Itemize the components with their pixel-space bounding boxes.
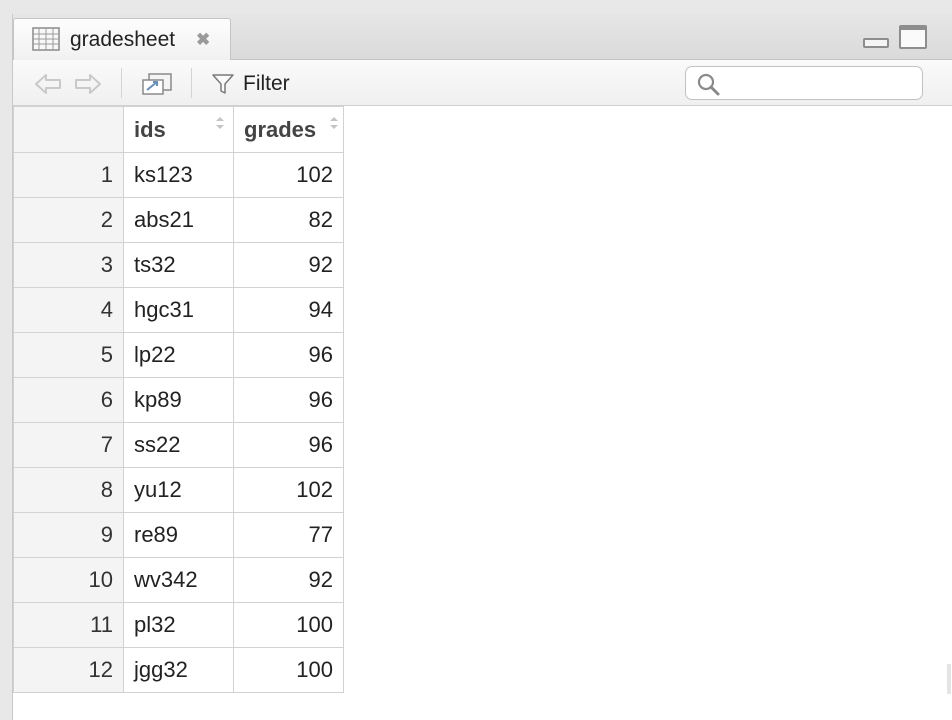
row-number: 3: [13, 242, 124, 288]
cell-grades: 102: [233, 152, 344, 198]
filter-button[interactable]: Filter: [211, 70, 290, 98]
cell-grades: 92: [233, 557, 344, 603]
toolbar: Filter: [13, 60, 952, 106]
forward-arrow-icon[interactable]: [73, 72, 103, 96]
tab-gradesheet[interactable]: gradesheet ✖: [13, 18, 231, 60]
row-number: 1: [13, 152, 124, 198]
cell-grades: 100: [233, 647, 344, 693]
filter-funnel-icon: [212, 74, 234, 94]
row-number: 11: [13, 602, 124, 648]
table-row: 9 re89 77: [13, 512, 344, 558]
cell-grades: 100: [233, 602, 344, 648]
cell-grades: 96: [233, 332, 344, 378]
filter-label: Filter: [243, 72, 290, 95]
cell-ids: ts32: [123, 242, 234, 288]
search-box[interactable]: [685, 66, 923, 100]
maximize-icon[interactable]: [899, 25, 927, 49]
cell-ids: ks123: [123, 152, 234, 198]
column-header-grades[interactable]: grades: [233, 106, 344, 153]
resize-grip-icon[interactable]: [947, 664, 951, 694]
table-row: 11 pl32 100: [13, 602, 344, 648]
table-row: 4 hgc31 94: [13, 287, 344, 333]
search-input[interactable]: [726, 71, 916, 97]
cell-ids: yu12: [123, 467, 234, 513]
column-header-ids[interactable]: ids: [123, 106, 234, 153]
cell-ids: wv342: [123, 557, 234, 603]
close-icon[interactable]: ✖: [196, 30, 210, 50]
data-viewer-pane: gradesheet ✖ Filter ids grades 1 ks123 1…: [12, 14, 952, 720]
tab-label: gradesheet: [70, 28, 176, 51]
row-number: 4: [13, 287, 124, 333]
sort-arrows-icon[interactable]: [329, 115, 339, 131]
cell-ids: lp22: [123, 332, 234, 378]
table-row: 7 ss22 96: [13, 422, 344, 468]
cell-ids: re89: [123, 512, 234, 558]
row-number: 9: [13, 512, 124, 558]
table-row: 12 jgg32 100: [13, 647, 344, 693]
row-number: 8: [13, 467, 124, 513]
toolbar-separator: [191, 68, 192, 98]
table-row: 2 abs21 82: [13, 197, 344, 243]
row-number: 6: [13, 377, 124, 423]
back-arrow-icon[interactable]: [33, 72, 63, 96]
sort-arrows-icon[interactable]: [215, 115, 225, 131]
table-grid-icon: [32, 27, 60, 51]
table-row: 5 lp22 96: [13, 332, 344, 378]
toolbar-separator: [121, 68, 122, 98]
column-header-label: ids: [134, 116, 166, 142]
cell-grades: 96: [233, 422, 344, 468]
cell-grades: 94: [233, 287, 344, 333]
cell-ids: jgg32: [123, 647, 234, 693]
cell-grades: 92: [233, 242, 344, 288]
table-row: 1 ks123 102: [13, 152, 344, 198]
cell-grades: 77: [233, 512, 344, 558]
tab-bar: gradesheet ✖: [13, 14, 952, 60]
table-row: 6 kp89 96: [13, 377, 344, 423]
cell-ids: kp89: [123, 377, 234, 423]
cell-ids: abs21: [123, 197, 234, 243]
row-number: 7: [13, 422, 124, 468]
cell-grades: 102: [233, 467, 344, 513]
header-row: ids grades: [13, 106, 344, 153]
cell-grades: 96: [233, 377, 344, 423]
cell-grades: 82: [233, 197, 344, 243]
row-number: 2: [13, 197, 124, 243]
data-table: ids grades 1 ks123 102 2 abs21 82 3 ts32…: [13, 106, 344, 693]
row-number: 12: [13, 647, 124, 693]
table-row: 8 yu12 102: [13, 467, 344, 513]
cell-ids: pl32: [123, 602, 234, 648]
column-header-label: grades: [244, 116, 317, 142]
cell-ids: ss22: [123, 422, 234, 468]
table-row: 3 ts32 92: [13, 242, 344, 288]
row-number-header: [13, 106, 124, 153]
row-number: 5: [13, 332, 124, 378]
row-number: 10: [13, 557, 124, 603]
search-icon: [697, 73, 720, 96]
cell-ids: hgc31: [123, 287, 234, 333]
table-row: 10 wv342 92: [13, 557, 344, 603]
minimize-icon[interactable]: [863, 38, 889, 48]
export-icon[interactable]: [139, 70, 175, 98]
